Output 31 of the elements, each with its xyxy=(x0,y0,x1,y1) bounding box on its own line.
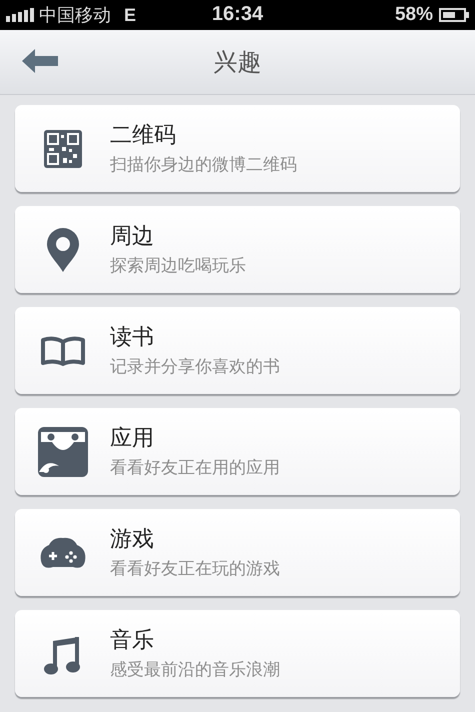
item-title: 应用 xyxy=(110,426,155,452)
page-title: 兴趣 xyxy=(214,47,262,78)
interest-item[interactable]: 应用 看看好友正在用的应用 xyxy=(15,408,460,495)
item-title: 音乐 xyxy=(110,628,155,654)
network-type: E xyxy=(124,4,136,26)
qr-code-icon xyxy=(44,130,82,168)
item-title: 周边 xyxy=(110,224,155,250)
item-description: 记录并分享你喜欢的书 xyxy=(110,356,280,376)
back-button[interactable] xyxy=(20,48,60,76)
app-store-icon xyxy=(36,426,88,478)
battery-percent: 58% xyxy=(394,4,433,26)
carrier-name: 中国移动 xyxy=(39,4,111,27)
interest-item[interactable]: 二维码 扫描你身边的微博二维码 xyxy=(15,105,460,192)
interest-item[interactable]: 读书 记录并分享你喜欢的书 xyxy=(15,307,460,394)
item-description: 看看好友正在玩的游戏 xyxy=(110,558,280,578)
interest-item[interactable]: 游戏 看看好友正在玩的游戏 xyxy=(15,509,460,596)
item-title: 二维码 xyxy=(110,122,177,148)
item-title: 读书 xyxy=(110,324,155,350)
battery-icon xyxy=(439,8,469,22)
item-description: 感受最前沿的音乐浪潮 xyxy=(110,660,280,680)
item-title: 游戏 xyxy=(110,526,155,552)
item-description: 探索周边吃喝玩乐 xyxy=(110,256,246,276)
item-description: 扫描你身边的微博二维码 xyxy=(110,154,297,174)
back-arrow-icon xyxy=(21,48,59,74)
location-pin-icon xyxy=(46,228,78,272)
interest-item[interactable]: 音乐 感受最前沿的音乐浪潮 xyxy=(15,610,460,697)
interest-item[interactable]: 周边 探索周边吃喝玩乐 xyxy=(15,206,460,293)
open-book-icon xyxy=(40,336,86,366)
signal-icon xyxy=(6,8,34,22)
item-description: 看看好友正在用的应用 xyxy=(110,458,280,478)
clock-time: 16:34 xyxy=(212,3,264,25)
